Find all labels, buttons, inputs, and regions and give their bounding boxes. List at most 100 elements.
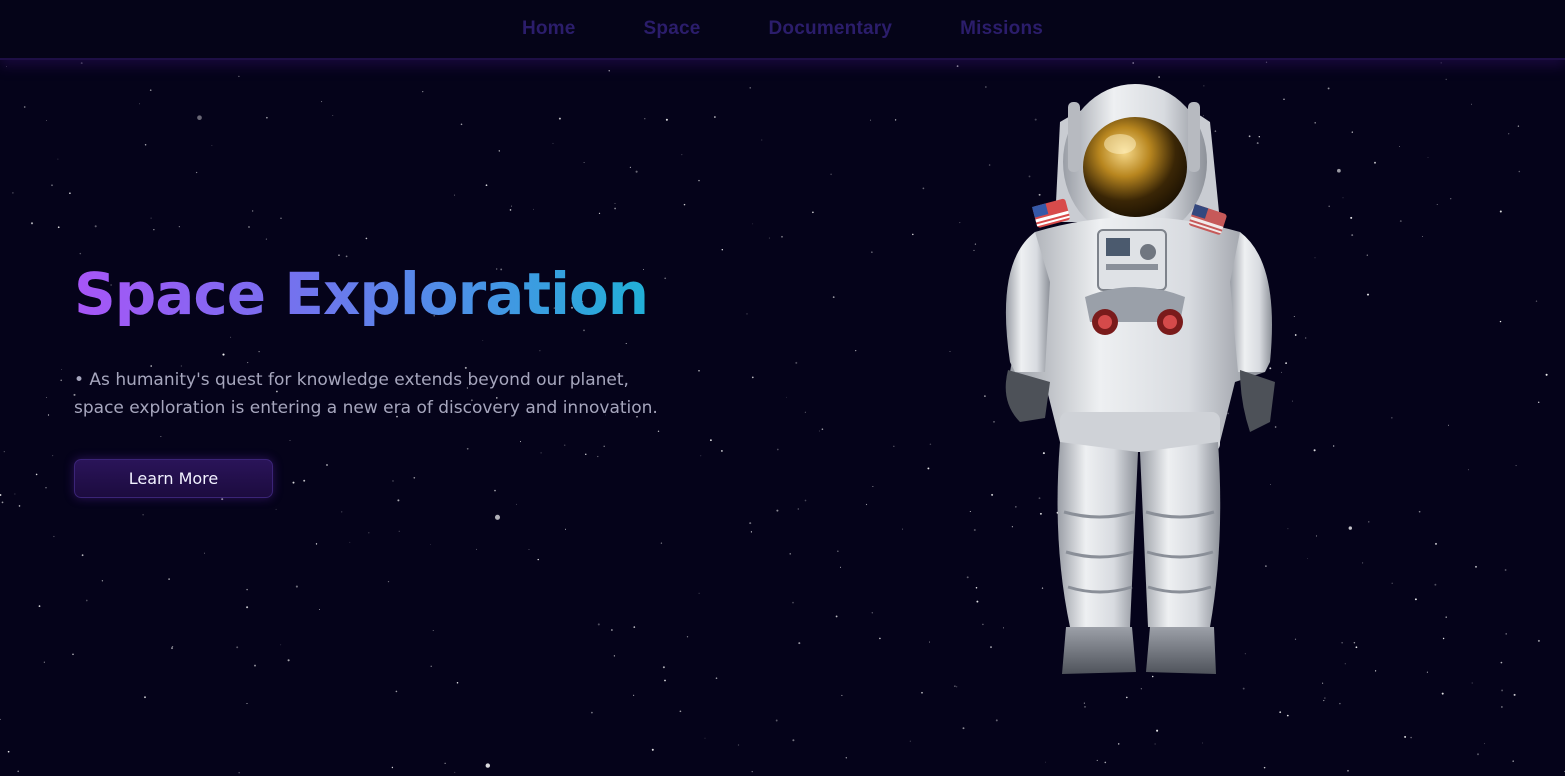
star	[45, 487, 47, 489]
star	[804, 499, 807, 502]
star	[709, 439, 712, 442]
star	[786, 396, 787, 398]
star	[365, 237, 368, 240]
star	[1132, 62, 1135, 64]
star	[792, 601, 794, 604]
star	[1339, 702, 1341, 705]
star	[956, 65, 959, 67]
star	[537, 558, 539, 561]
star	[872, 485, 874, 487]
star	[280, 644, 282, 646]
learn-more-button[interactable]: Learn More	[74, 459, 273, 498]
star	[660, 542, 663, 544]
star	[879, 637, 881, 640]
star	[721, 248, 724, 251]
star	[266, 116, 268, 119]
star	[1445, 78, 1447, 81]
star	[142, 514, 144, 516]
star	[679, 710, 682, 713]
hero-section: Space Exploration • As humanity's quest …	[74, 258, 694, 498]
star	[558, 117, 561, 120]
star	[804, 411, 806, 413]
star	[195, 171, 198, 174]
star	[321, 101, 323, 103]
star	[837, 550, 839, 552]
star	[69, 192, 71, 195]
star	[1125, 696, 1128, 699]
star	[3, 451, 5, 453]
star	[644, 118, 646, 120]
star	[922, 187, 925, 190]
star	[516, 503, 517, 505]
star	[613, 655, 616, 657]
star	[1313, 449, 1316, 452]
star	[841, 694, 843, 696]
star	[792, 739, 795, 742]
star	[1517, 125, 1520, 127]
star	[1328, 205, 1330, 208]
star	[1422, 236, 1423, 237]
star	[511, 205, 512, 207]
star	[949, 351, 951, 352]
star	[893, 445, 895, 447]
star	[47, 414, 50, 416]
star	[959, 222, 961, 224]
star	[1293, 315, 1295, 318]
star	[633, 626, 636, 628]
star	[812, 211, 814, 214]
astronaut-illustration	[1005, 84, 1275, 674]
star	[413, 476, 416, 479]
star	[635, 170, 638, 173]
star	[94, 225, 97, 228]
star	[444, 762, 446, 764]
page: Home Space Documentary Missions Space Ex…	[0, 0, 1565, 776]
star	[1368, 521, 1370, 523]
star	[845, 757, 847, 759]
star	[1362, 562, 1364, 564]
star	[1265, 61, 1268, 63]
star	[289, 440, 291, 441]
star	[53, 535, 55, 538]
nav-documentary-link[interactable]: Documentary	[735, 18, 927, 40]
star	[72, 653, 74, 656]
star	[798, 642, 801, 645]
star	[603, 445, 605, 448]
star	[832, 296, 835, 298]
star	[583, 162, 585, 163]
star	[657, 430, 660, 432]
star	[57, 158, 59, 160]
star	[494, 514, 501, 520]
nav-space-link[interactable]: Space	[610, 18, 735, 40]
star	[973, 528, 976, 532]
star	[1366, 254, 1368, 256]
star	[752, 223, 754, 225]
star	[1537, 639, 1540, 642]
nav-missions-link[interactable]: Missions	[926, 18, 1077, 40]
nav-home-link[interactable]: Home	[488, 18, 610, 40]
star	[204, 552, 205, 554]
star	[160, 435, 162, 437]
star	[1351, 131, 1353, 133]
star	[466, 447, 469, 450]
star	[629, 166, 632, 169]
star	[966, 576, 969, 579]
star	[391, 766, 394, 769]
star	[1353, 642, 1356, 644]
star	[43, 661, 45, 663]
star	[821, 428, 824, 431]
star	[1341, 642, 1343, 644]
star	[252, 210, 254, 212]
star	[150, 217, 152, 219]
star	[1348, 526, 1352, 530]
star	[6, 65, 7, 67]
star	[519, 441, 522, 443]
star	[751, 770, 753, 773]
star	[591, 711, 593, 714]
star	[954, 685, 956, 687]
star	[1333, 445, 1335, 447]
star	[246, 606, 249, 609]
star	[1337, 168, 1341, 173]
star	[460, 123, 463, 126]
star	[236, 646, 239, 649]
star	[38, 605, 41, 607]
